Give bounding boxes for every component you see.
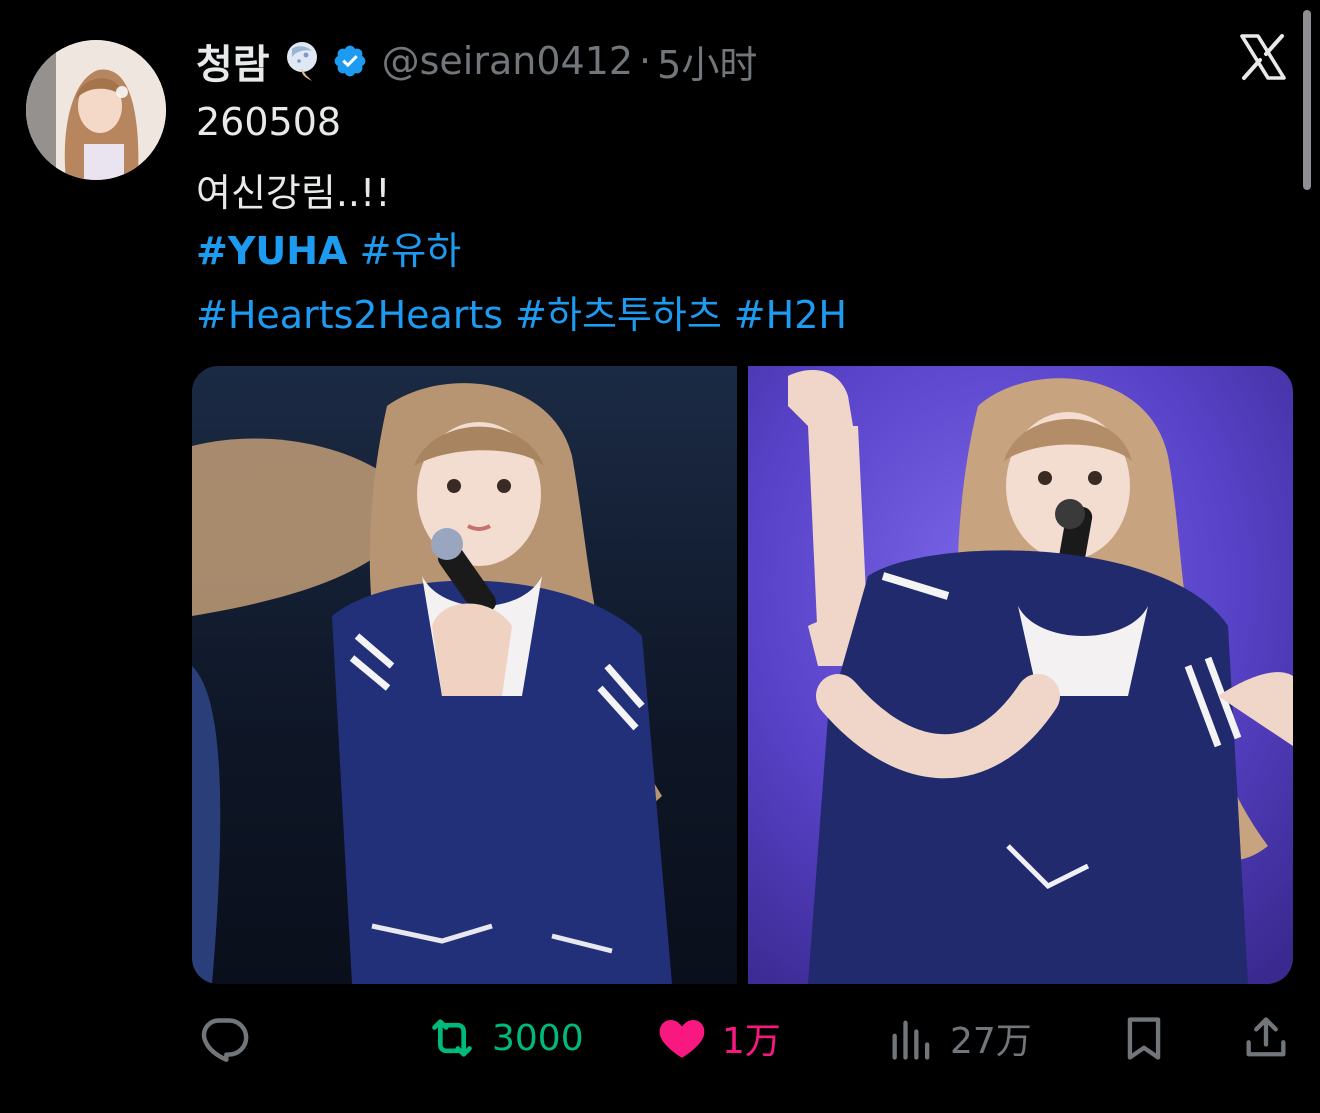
media-grid [192,366,1293,984]
views-button[interactable]: 27万 [886,1008,1032,1068]
x-logo-icon[interactable] [1238,32,1288,82]
tweet-text-line: 여신강림..!! [196,171,391,215]
hashtag-link[interactable]: #YUHA [196,229,347,273]
hashtag-line: #Hearts2Hearts #하츠투하츠 #H2H [196,284,847,339]
verified-badge-icon [332,43,368,79]
action-bar: 3000 1万 27万 [192,1008,1292,1068]
share-icon [1240,1010,1292,1066]
hashtag-line: #YUHA #유하 [196,220,461,275]
heart-icon [654,1010,710,1066]
retweet-button[interactable]: 3000 [424,1008,584,1068]
hashtag-link[interactable]: #H2H [734,293,847,337]
photo-1[interactable] [192,366,737,984]
views-chart-icon [886,1010,938,1066]
like-button[interactable]: 1万 [654,1008,781,1068]
bookmark-button[interactable] [1118,1008,1170,1068]
scrollbar[interactable] [1303,10,1311,190]
like-count: 1万 [722,1021,781,1062]
reply-button[interactable] [196,1008,264,1068]
hashtag-link[interactable]: #하츠투하츠 [515,293,722,337]
profile-avatar[interactable] [26,40,166,180]
display-name[interactable]: 청람 [196,32,270,90]
views-count: 27万 [950,1021,1032,1062]
hashtag-link[interactable]: #유하 [359,229,461,273]
share-button[interactable] [1240,1008,1292,1068]
tweet-header: 청람 @seiran0412 · 5小时 [196,32,757,90]
reply-icon [196,1010,252,1066]
separator-dot: · [639,39,652,83]
user-handle[interactable]: @seiran0412 [382,39,633,83]
photo-2[interactable] [748,366,1293,984]
tweet-text-line: 260508 [196,100,342,144]
timestamp[interactable]: 5小时 [657,34,757,89]
hashtag-link[interactable]: #Hearts2Hearts [196,293,503,337]
moon-rabbit-emoji-icon [282,39,322,83]
retweet-icon [424,1010,480,1066]
bookmark-icon [1118,1010,1170,1066]
retweet-count: 3000 [492,1017,584,1059]
